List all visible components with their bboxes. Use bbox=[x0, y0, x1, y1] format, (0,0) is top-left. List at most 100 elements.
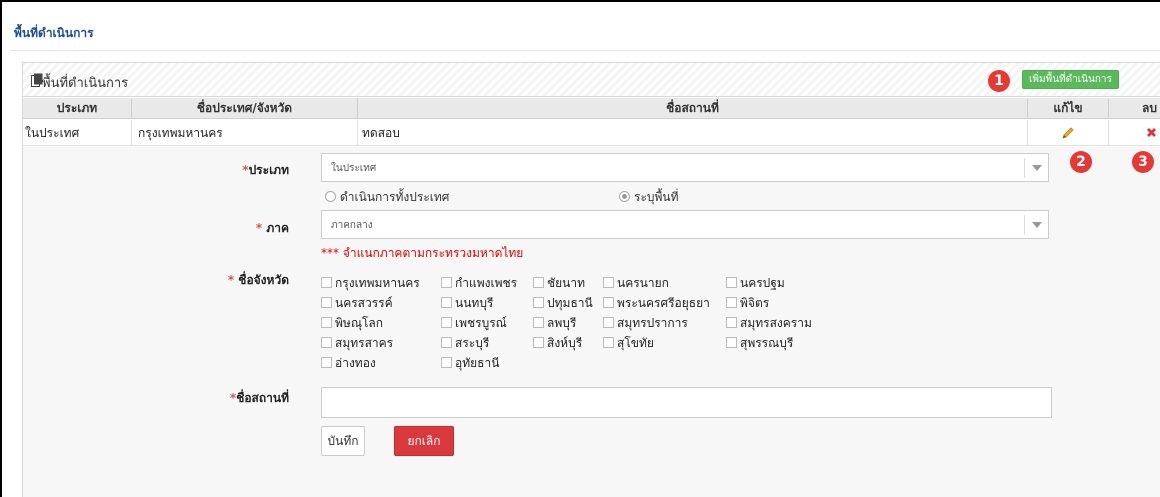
checkbox-icon bbox=[533, 317, 544, 328]
checkbox-icon bbox=[726, 277, 737, 288]
operation-area-panel: พื้นที่ดำเนินการ เพิ่มพื้นที่ดำเนินการ ป… bbox=[22, 62, 1160, 497]
cell-province: กรุงเทพมหานคร bbox=[132, 120, 358, 146]
callout-badge-3: 3 bbox=[1132, 151, 1154, 173]
header-place: ชื่อสถานที่ bbox=[358, 98, 1028, 119]
checkbox-icon bbox=[533, 337, 544, 348]
province-checkbox-label: นครนายก bbox=[617, 276, 669, 290]
edit-form: *ประเภท ในประเทศ ดำเนินการทั้งประเทศ ระบ… bbox=[23, 147, 1160, 497]
province-checkbox-label: สิงห์บุรี bbox=[547, 336, 583, 350]
region-note: *** จำแนกภาคตามกระทรวงมหาดไทย bbox=[321, 246, 524, 260]
checkbox-icon bbox=[321, 357, 332, 368]
header-type: ประเภท bbox=[23, 98, 132, 119]
radio-selected-icon bbox=[619, 191, 630, 202]
page-title: พื้นที่ดำเนินการ bbox=[14, 26, 94, 40]
province-checkbox[interactable]: อ่างทอง bbox=[321, 354, 376, 373]
province-checkbox[interactable]: พิจิตร bbox=[726, 294, 769, 313]
checkbox-icon bbox=[441, 277, 452, 288]
province-checkbox[interactable]: อุทัยธานี bbox=[441, 354, 499, 373]
checkbox-icon bbox=[603, 337, 614, 348]
chevron-down-icon bbox=[1024, 215, 1048, 235]
cell-delete bbox=[1109, 120, 1160, 146]
province-checkbox[interactable]: ชัยนาท bbox=[533, 274, 585, 293]
chevron-down-icon bbox=[1024, 158, 1048, 178]
checkbox-icon bbox=[603, 297, 614, 308]
province-checkbox-label: สมุทรสาคร bbox=[335, 336, 394, 350]
province-checkbox-label: สมุทรสงคราม bbox=[740, 316, 812, 330]
province-checkbox-label: กรุงเทพมหานคร bbox=[335, 276, 420, 290]
checkbox-icon bbox=[533, 297, 544, 308]
province-checkbox[interactable]: กรุงเทพมหานคร bbox=[321, 274, 420, 293]
province-checkbox-label: เพชรบูรณ์ bbox=[455, 316, 507, 330]
province-checkbox[interactable]: ปทุมธานี bbox=[533, 294, 593, 313]
province-checkbox[interactable]: นครปฐม bbox=[726, 274, 785, 293]
province-checkbox[interactable]: นนทบุรี bbox=[441, 294, 493, 313]
province-checkbox[interactable]: พิษณุโลก bbox=[321, 314, 383, 333]
province-checkbox[interactable]: นครนายก bbox=[603, 274, 669, 293]
province-checkbox[interactable]: สระบุรี bbox=[441, 334, 489, 353]
province-checkbox-label: พิจิตร bbox=[740, 296, 770, 310]
region-label: * ภาค bbox=[255, 221, 289, 235]
header-delete: ลบ bbox=[1142, 101, 1157, 115]
pencil-icon[interactable] bbox=[1061, 126, 1075, 140]
province-checkbox-label: สระบุรี bbox=[455, 336, 490, 350]
checkbox-icon bbox=[726, 337, 737, 348]
checkbox-icon bbox=[533, 277, 544, 288]
checkbox-icon bbox=[321, 297, 332, 308]
add-operation-area-button[interactable]: เพิ่มพื้นที่ดำเนินการ bbox=[1022, 70, 1119, 89]
checkbox-icon bbox=[321, 337, 332, 348]
delete-icon[interactable] bbox=[1145, 126, 1158, 139]
province-checkbox-label: ลพบุรี bbox=[547, 316, 577, 330]
table-row: ในประเทศ กรุงเทพมหานคร ทดสอบ bbox=[23, 120, 1160, 146]
checkbox-icon bbox=[441, 317, 452, 328]
province-checkbox-label: ปทุมธานี bbox=[547, 296, 593, 310]
province-checkbox-label: ชัยนาท bbox=[547, 276, 586, 290]
province-checkbox[interactable]: สมุทรสงคราม bbox=[726, 314, 812, 333]
checkbox-icon bbox=[321, 277, 332, 288]
type-select[interactable]: ในประเทศ bbox=[321, 153, 1049, 182]
place-label: *ชื่อสถานที่ bbox=[229, 391, 289, 405]
province-checkbox-label: สุโขทัย bbox=[617, 336, 654, 350]
cancel-button[interactable]: ยกเลิก bbox=[394, 426, 454, 456]
cell-edit bbox=[1028, 120, 1109, 146]
province-checkbox-label: กำแพงเพชร bbox=[455, 276, 518, 290]
table-header: ประเภท ชื่อประเทศ/จังหวัด ชื่อสถานที่ แก… bbox=[23, 98, 1160, 119]
place-name-input[interactable] bbox=[321, 387, 1052, 418]
panel-title: พื้นที่ดำเนินการ bbox=[42, 76, 129, 91]
checkbox-icon bbox=[441, 357, 452, 368]
province-checkbox-label: อุทัยธานี bbox=[455, 356, 500, 370]
province-checkbox-label: นนทบุรี bbox=[455, 296, 494, 310]
province-checkbox[interactable]: สุพรรณบุรี bbox=[726, 334, 793, 353]
checkbox-icon bbox=[726, 317, 737, 328]
province-checkbox[interactable]: สมุทรสาคร bbox=[321, 334, 393, 353]
checkbox-icon bbox=[321, 317, 332, 328]
cell-type: ในประเทศ bbox=[23, 120, 132, 146]
region-select[interactable]: ภาคกลาง bbox=[321, 210, 1049, 239]
province-checkbox-label: อ่างทอง bbox=[335, 356, 376, 370]
province-checkbox[interactable]: เพชรบูรณ์ bbox=[441, 314, 507, 333]
type-select-value: ในประเทศ bbox=[331, 163, 377, 174]
province-label: * ชื่อจังหวัด bbox=[227, 273, 289, 287]
province-checkbox[interactable]: สุโขทัย bbox=[603, 334, 654, 353]
callout-badge-2: 2 bbox=[1070, 151, 1092, 173]
save-button[interactable]: บันทึก bbox=[321, 426, 365, 456]
province-checkbox[interactable]: สมุทรปราการ bbox=[603, 314, 688, 333]
checkbox-icon bbox=[603, 277, 614, 288]
checkbox-icon bbox=[441, 337, 452, 348]
province-checkbox-label: พระนครศรีอยุธยา bbox=[617, 296, 710, 310]
header-province: ชื่อประเทศ/จังหวัด bbox=[132, 98, 358, 119]
province-checkbox[interactable]: นครสวรรค์ bbox=[321, 294, 393, 313]
callout-badge-1: 1 bbox=[988, 70, 1010, 92]
province-checkbox-label: นครสวรรค์ bbox=[335, 296, 393, 310]
radio-specify-area[interactable]: ระบุพื้นที่ bbox=[619, 188, 679, 207]
province-checkbox-label: สุพรรณบุรี bbox=[740, 336, 794, 350]
cell-place: ทดสอบ bbox=[358, 120, 1028, 146]
province-checkbox[interactable]: ลพบุรี bbox=[533, 314, 576, 333]
radio-nationwide[interactable]: ดำเนินการทั้งประเทศ bbox=[325, 188, 449, 207]
province-checkbox[interactable]: สิงห์บุรี bbox=[533, 334, 582, 353]
header-edit: แก้ไข bbox=[1028, 98, 1109, 119]
type-label: *ประเภท bbox=[242, 163, 289, 177]
province-checkbox[interactable]: กำแพงเพชร bbox=[441, 274, 517, 293]
province-checkbox-label: นครปฐม bbox=[740, 276, 785, 290]
title-divider bbox=[10, 50, 1160, 51]
province-checkbox[interactable]: พระนครศรีอยุธยา bbox=[603, 294, 710, 313]
